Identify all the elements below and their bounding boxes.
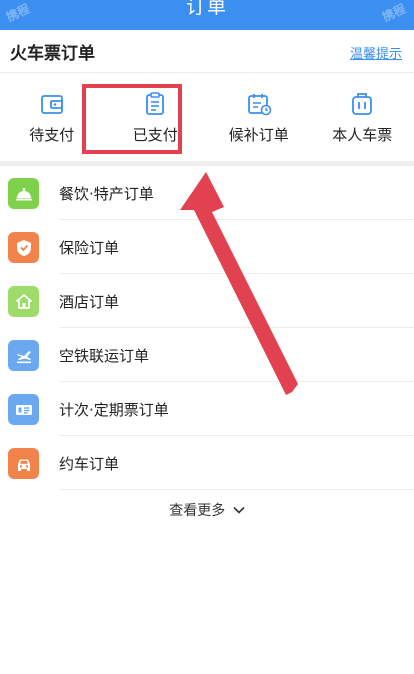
app-header: 携程 订单 携程 [0, 0, 414, 30]
quick-action-label: 本人车票 [332, 126, 393, 144]
chevron-down-icon [233, 503, 245, 519]
view-more-label: 查看更多 [169, 503, 226, 519]
list-item-insurance-orders[interactable]: 保险订单 [0, 220, 414, 274]
page-title: 订单 [185, 0, 228, 18]
list-item-dining-orders[interactable]: 餐饮·特产订单 [0, 166, 414, 220]
dining-bell-icon [8, 178, 39, 209]
section-title: 火车票订单 [10, 44, 95, 64]
list-item-label: 计次·定期票订单 [59, 401, 169, 419]
list-item-air-rail-orders[interactable]: 空铁联运订单 [0, 328, 414, 382]
hotel-house-icon [8, 286, 39, 317]
list-item-label: 酒店订单 [59, 293, 120, 311]
list-item-label: 约车订单 [59, 455, 120, 473]
luggage-ticket-icon [349, 91, 375, 117]
quick-action-my-tickets[interactable]: 本人车票 [311, 73, 414, 159]
shield-icon [8, 232, 39, 263]
car-icon [8, 448, 39, 479]
list-item-pass-ticket-orders[interactable]: 计次·定期票订单 [0, 382, 414, 436]
other-orders-list: 餐饮·特产订单 保险订单 酒店订单 空铁联运订单 计次·定期票订单 约车订单 [0, 166, 414, 490]
highlight-box [82, 84, 182, 154]
list-item-hotel-orders[interactable]: 酒店订单 [0, 274, 414, 328]
watermark-right: 携程 [380, 1, 408, 25]
quick-action-waitlist-orders[interactable]: 候补订单 [207, 73, 311, 159]
divider [59, 489, 414, 490]
train-orders-header: 火车票订单 温馨提示 [0, 30, 414, 73]
list-item-label: 餐饮·特产订单 [59, 185, 154, 203]
calendar-waitlist-icon [246, 91, 272, 117]
tips-link[interactable]: 温馨提示 [350, 43, 402, 62]
view-more-button[interactable]: 查看更多 [0, 500, 414, 520]
quick-action-label: 候补订单 [228, 126, 289, 144]
wallet-icon [39, 91, 65, 117]
list-item-label: 保险订单 [59, 239, 120, 257]
plane-train-icon [8, 340, 39, 371]
watermark-left: 携程 [4, 1, 32, 25]
list-item-car-orders[interactable]: 约车订单 [0, 436, 414, 490]
list-item-label: 空铁联运订单 [59, 347, 150, 365]
ticket-pass-icon [8, 394, 39, 425]
train-order-quick-actions: 待支付 已支付 候补订单 本人车票 [0, 73, 414, 159]
